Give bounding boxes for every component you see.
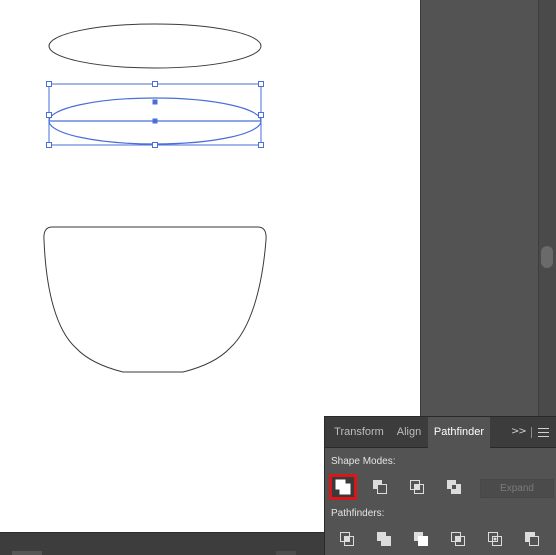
handle-middle-right <box>258 112 264 118</box>
center-point-2 <box>152 118 158 124</box>
selection-bounding-box[interactable] <box>48 83 262 146</box>
vertical-scrollbar[interactable] <box>538 0 556 416</box>
tab-align[interactable]: Align <box>391 417 427 447</box>
panel-menu-icon[interactable] <box>538 428 549 440</box>
top-ellipse[interactable] <box>48 23 262 69</box>
minus-front-button[interactable] <box>366 474 394 500</box>
expand-button[interactable]: Expand <box>480 479 554 498</box>
artboard-edge <box>420 0 421 416</box>
pathfinder-panel: Transform Align Pathfinder >> Shape Mode… <box>324 416 556 555</box>
minus-back-button[interactable] <box>518 526 546 552</box>
merge-icon <box>414 532 428 546</box>
unite-button[interactable] <box>329 474 357 500</box>
handle-middle-left <box>46 112 52 118</box>
divide-icon <box>340 532 354 546</box>
status-bar-marker-2 <box>276 551 296 555</box>
status-bar <box>0 532 324 555</box>
panel-tabbar: Transform Align Pathfinder >> <box>325 417 556 448</box>
handle-top-middle <box>152 81 158 87</box>
handle-top-left <box>46 81 52 87</box>
crop-button[interactable] <box>444 526 472 552</box>
outline-button[interactable] <box>481 526 509 552</box>
scrollbar-thumb[interactable] <box>541 246 553 268</box>
trim-icon <box>377 532 391 546</box>
unite-icon <box>335 479 351 495</box>
merge-button[interactable] <box>407 526 435 552</box>
intersect-button[interactable] <box>403 474 431 500</box>
handle-bottom-right <box>258 142 264 148</box>
minus-front-icon <box>373 480 387 494</box>
outline-icon <box>488 532 502 546</box>
tab-transform[interactable]: Transform <box>327 417 391 447</box>
panel-collapse-icon[interactable]: >> <box>511 426 527 437</box>
pasteboard <box>420 0 556 416</box>
pathfinders-label: Pathfinders: <box>331 508 385 519</box>
shape-modes-label: Shape Modes: <box>331 456 396 467</box>
tab-pathfinder[interactable]: Pathfinder <box>428 417 490 448</box>
trim-button[interactable] <box>370 526 398 552</box>
minus-back-icon <box>525 532 539 546</box>
status-bar-marker <box>12 551 42 555</box>
center-point <box>152 99 158 105</box>
intersect-icon <box>410 480 424 494</box>
exclude-icon <box>447 480 461 494</box>
handle-top-right <box>258 81 264 87</box>
crop-icon <box>451 532 465 546</box>
panel-separator <box>531 427 532 438</box>
handle-bottom-left <box>46 142 52 148</box>
bowl-shape[interactable] <box>43 226 267 373</box>
exclude-button[interactable] <box>440 474 468 500</box>
handle-bottom-middle <box>152 142 158 148</box>
divide-button[interactable] <box>333 526 361 552</box>
